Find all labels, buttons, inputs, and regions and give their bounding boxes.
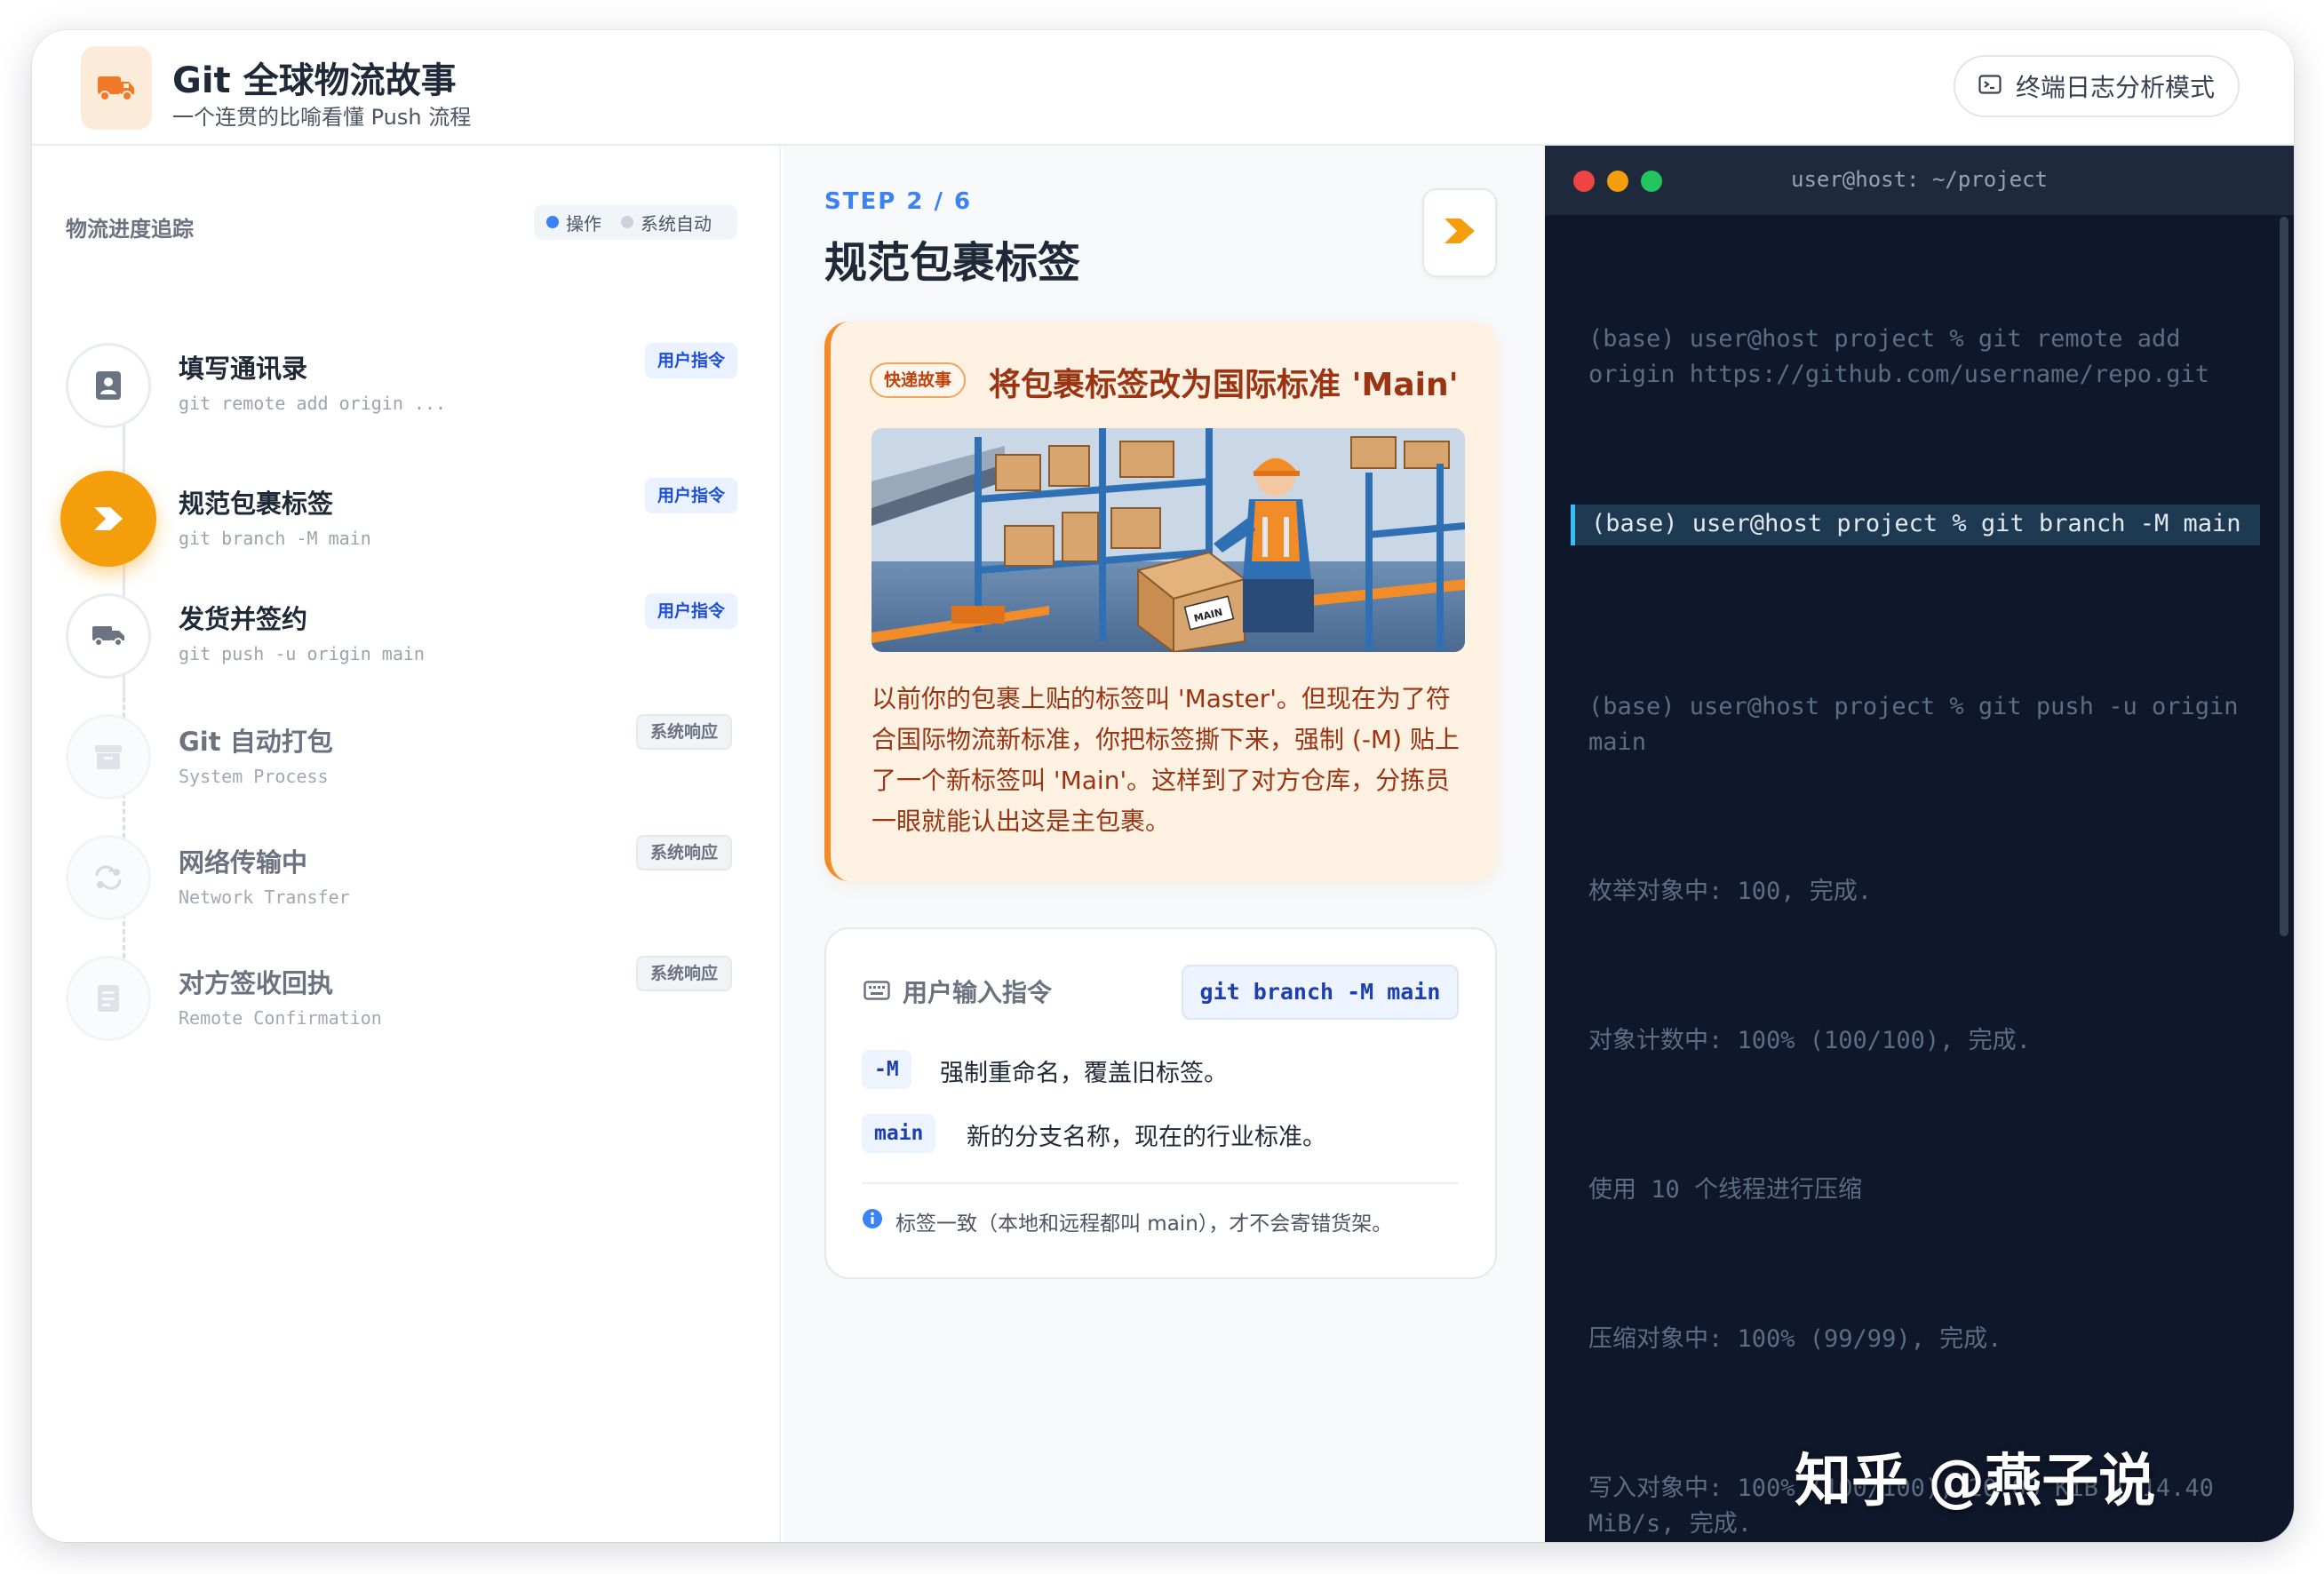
step-command: System Process — [179, 766, 329, 787]
command-value[interactable]: git branch -M main — [1182, 965, 1459, 1020]
command-heading: 用户输入指令 — [864, 974, 1052, 1009]
app-window: Git 全球物流故事 一个连贯的比喻看懂 Push 流程 终端日志分析模式 物流… — [32, 30, 2294, 1542]
step-badge: 用户指令 — [645, 593, 738, 629]
next-step-button[interactable] — [1422, 188, 1497, 277]
terminal-scrollbar[interactable] — [2280, 217, 2288, 936]
step-badge: 用户指令 — [645, 343, 738, 378]
step-item-1[interactable]: 填写通讯录 git remote add origin ... 用户指令 — [32, 332, 781, 439]
step-name: 规范包裹标签 — [179, 489, 334, 519]
step-command: Remote Confirmation — [179, 1007, 382, 1029]
terminal-line: (base) user@host project % git remote ad… — [1588, 325, 2209, 388]
step-name: Git 自动打包 — [179, 727, 333, 757]
terminal-line: (base) user@host project % git push -u o… — [1588, 693, 2253, 756]
command-card: 用户输入指令 git branch -M main -M 强制重命名，覆盖旧标签… — [824, 927, 1497, 1279]
command-note: 标签一致（本地和远程都叫 main），才不会寄错货架。 — [862, 1206, 1392, 1236]
step-badge: 用户指令 — [645, 478, 738, 513]
card-divider — [862, 1182, 1459, 1184]
step-item-4[interactable]: Git 自动打包 System Process 系统响应 — [32, 704, 781, 810]
arg-description: 强制重命名，覆盖旧标签。 — [940, 1060, 1228, 1087]
step-counter: STEP 2 / 6 — [824, 188, 973, 215]
step-command: git remote add origin ... — [179, 393, 447, 414]
contact-card-icon — [66, 343, 151, 428]
command-heading-label: 用户输入指令 — [903, 978, 1053, 1007]
legend-system-dot — [621, 216, 633, 228]
app-title: Git 全球物流故事 — [172, 60, 457, 101]
truck-icon — [66, 593, 151, 679]
story-card: 快递故事 将包裹标签改为国际标准 'Main' MAIN 以前你的包裹上贴的标签… — [824, 322, 1497, 881]
step-name: 对方签收回执 — [179, 968, 334, 998]
progress-sidebar: 物流进度追踪 操作 系统自动 填写通讯录 git remote add orig… — [32, 146, 781, 1542]
keyboard-icon — [864, 977, 890, 1006]
chevron-right-icon — [1441, 216, 1478, 250]
terminal-icon — [1978, 75, 2002, 98]
step-name: 网络传输中 — [179, 847, 308, 878]
terminal-line: 对象计数中: 100% (100/100), 完成. — [1588, 1027, 2031, 1054]
terminal-panel: user@host: ~/project (base) user@host pr… — [1545, 146, 2294, 1542]
step-title: 规范包裹标签 — [824, 238, 1081, 288]
app-header: Git 全球物流故事 一个连贯的比喻看懂 Push 流程 终端日志分析模式 — [32, 30, 2294, 146]
step-item-6[interactable]: 对方签收回执 Remote Confirmation 系统响应 — [32, 945, 781, 1052]
legend: 操作 系统自动 — [534, 204, 737, 240]
terminal-line-active: (base) user@host project % git branch -M… — [1571, 505, 2260, 545]
info-icon — [862, 1208, 883, 1235]
command-note-text: 标签一致（本地和远程都叫 main），才不会寄错货架。 — [895, 1212, 1393, 1236]
arg-flag: -M — [862, 1050, 911, 1089]
step-detail-panel: STEP 2 / 6 规范包裹标签 快递故事 将包裹标签改为国际标准 'Main… — [783, 146, 1545, 1542]
step-command: git branch -M main — [179, 528, 371, 549]
terminal-line: 压缩对象中: 100% (99/99), 完成. — [1588, 1325, 2002, 1353]
terminal-title: user@host: ~/project — [1791, 167, 2048, 192]
step-name: 填写通讯录 — [179, 354, 308, 384]
arg-flag: main — [862, 1114, 936, 1153]
step-item-3[interactable]: 发货并签约 git push -u origin main 用户指令 — [32, 583, 781, 689]
step-name: 发货并签约 — [179, 604, 308, 634]
truck-logo-icon — [81, 46, 152, 130]
legend-system-label: 系统自动 — [641, 212, 712, 235]
step-badge: 系统响应 — [636, 956, 733, 991]
terminal-line: 枚举对象中: 100, 完成. — [1588, 878, 1873, 905]
step-command: Network Transfer — [179, 886, 350, 908]
story-text: 以前你的包裹上贴的标签叫 'Master'。但现在为了符合国际物流新标准，你把标… — [872, 684, 1460, 836]
receipt-icon — [66, 956, 151, 1041]
warehouse-illustration: MAIN — [872, 428, 1465, 652]
arg-description: 新的分支名称，现在的行业标准。 — [967, 1124, 1326, 1151]
step-item-2[interactable]: 规范包裹标签 git branch -M main 用户指令 — [32, 465, 781, 572]
terminal-titlebar: user@host: ~/project — [1545, 146, 2294, 217]
step-item-5[interactable]: 网络传输中 Network Transfer 系统响应 — [32, 824, 781, 931]
archive-box-icon — [66, 714, 151, 799]
story-title: 将包裹标签改为国际标准 'Main' — [989, 367, 1459, 403]
transfer-icon — [66, 835, 151, 920]
terminal-line: 使用 10 个线程进行压缩 — [1588, 1176, 1863, 1204]
sidebar-title: 物流进度追踪 — [66, 217, 194, 242]
step-badge: 系统响应 — [636, 714, 733, 750]
step-badge: 系统响应 — [636, 835, 733, 870]
step-command: git push -u origin main — [179, 643, 425, 664]
watermark: 知乎 @燕子说 — [1795, 1449, 2156, 1514]
app-subtitle: 一个连贯的比喻看懂 Push 流程 — [172, 105, 472, 130]
story-badge: 快递故事 — [870, 362, 967, 398]
terminal-mode-button[interactable]: 终端日志分析模式 — [1954, 55, 2240, 117]
chevron-right-icon — [60, 471, 156, 567]
legend-user-dot — [546, 216, 559, 228]
terminal-mode-label: 终端日志分析模式 — [2016, 73, 2216, 102]
legend-user-label: 操作 — [566, 212, 601, 235]
